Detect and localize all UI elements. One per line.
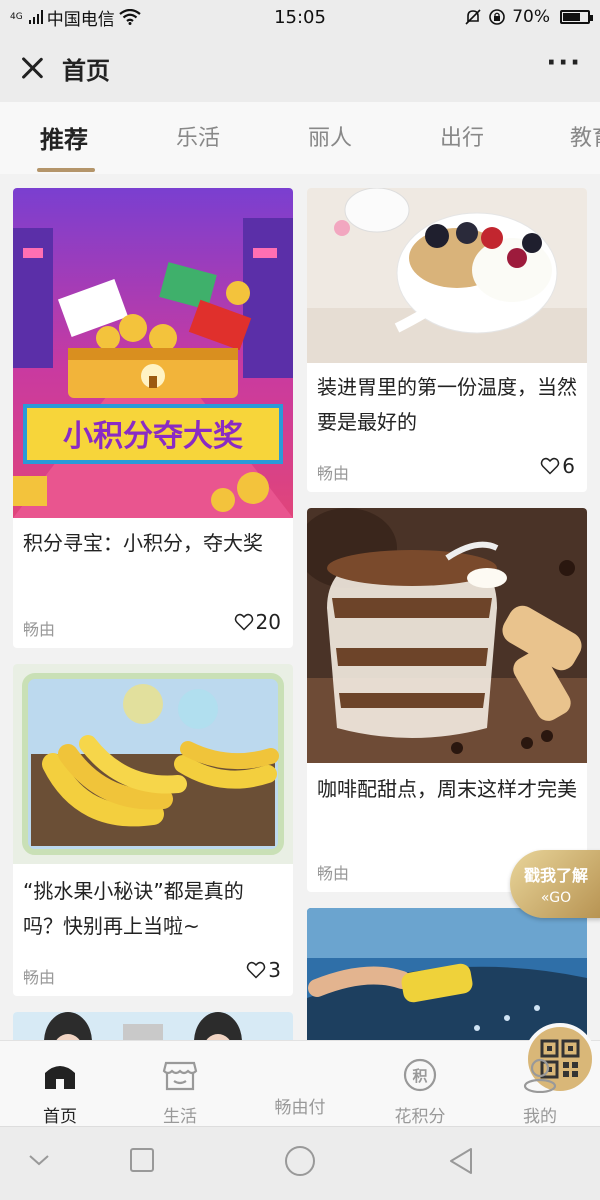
close-icon[interactable]: [18, 54, 46, 82]
chevron-down-icon[interactable]: [28, 1153, 50, 1167]
back-triangle-icon[interactable]: [448, 1147, 474, 1175]
title-bar: 首页 ···: [0, 34, 600, 102]
tiramisu-image: [307, 508, 587, 763]
like-count[interactable]: 3: [246, 958, 281, 982]
system-nav-bar: [0, 1126, 600, 1200]
like-count[interactable]: 6: [540, 454, 575, 478]
nav-points-label: 花积分: [394, 1107, 446, 1127]
tab-travel[interactable]: 出行: [440, 120, 484, 152]
recent-apps-icon[interactable]: [129, 1147, 155, 1173]
tab-beauty[interactable]: 丽人: [308, 120, 352, 152]
learn-more-float-button[interactable]: 戳我了解 «GO: [510, 850, 600, 918]
learn-more-label: 戳我了解: [523, 866, 588, 885]
article-source: 畅由: [317, 464, 350, 483]
like-count-value: 6: [562, 454, 575, 478]
tab-recommend[interactable]: 推荐: [40, 120, 88, 155]
heart-icon: [540, 457, 560, 475]
article-card-fruit-tips[interactable]: “挑水果小秘诀”都是真的吗？快别再上当啦~ 畅由 3: [13, 664, 293, 996]
like-count-value: 20: [255, 610, 281, 634]
status-bar: 4G 中国电信 15:05 70%: [0, 0, 600, 34]
nav-life-label: 生活: [163, 1107, 197, 1127]
yogurt-bowl-image: [307, 188, 587, 363]
article-title: 装进胃里的第一份温度，当然要是最好的: [317, 375, 577, 434]
bottom-nav: 首页 生活 畅由付 积 花积分 我的: [0, 1023, 600, 1127]
points-treasure-banner: 小积分夺大奖: [13, 188, 293, 518]
home-icon: [45, 1066, 75, 1089]
mute-icon: [465, 9, 481, 25]
user-icon: [523, 1058, 557, 1094]
article-feed: 小积分夺大奖 积分寻宝：小积分，夺大奖 畅由 20 装进胃里的第一份温度，当然要…: [0, 174, 600, 1040]
article-card-yogurt[interactable]: 装进胃里的第一份温度，当然要是最好的 畅由 6: [307, 188, 587, 492]
tab-education[interactable]: 教育: [570, 120, 600, 152]
battery-percent: 70%: [512, 7, 550, 27]
carrier-name: 中国电信: [46, 9, 115, 30]
wifi-icon: [119, 9, 141, 25]
nav-pay[interactable]: 畅由付: [260, 1023, 596, 1118]
article-card-points-treasure[interactable]: 小积分夺大奖 积分寻宝：小积分，夺大奖 畅由 20: [13, 188, 293, 648]
nav-life[interactable]: 生活: [140, 1051, 220, 1127]
like-count-value: 3: [268, 958, 281, 982]
nav-home[interactable]: 首页: [20, 1051, 100, 1127]
nav-points[interactable]: 积 花积分: [380, 1051, 460, 1127]
shop-icon: [162, 1061, 198, 1091]
article-source: 畅由: [317, 864, 350, 883]
page-title: 首页: [62, 56, 110, 85]
nav-mine-label: 我的: [523, 1107, 557, 1127]
article-title: 积分寻宝：小积分，夺大奖: [23, 531, 263, 555]
article-title: 咖啡配甜点，周末这样才完美: [317, 777, 577, 801]
nav-pay-label: 畅由付: [274, 1098, 326, 1118]
battery-icon: [560, 10, 593, 24]
banner-text: 小积分夺大奖: [63, 419, 243, 454]
points-icon: 积: [403, 1058, 437, 1092]
network-type: 4G: [10, 11, 23, 22]
heart-icon: [234, 613, 253, 631]
article-source: 畅由: [23, 620, 56, 639]
article-card-coffee-dessert[interactable]: 咖啡配甜点，周末这样才完美 畅由: [307, 508, 587, 892]
article-title: “挑水果小秘诀”都是真的吗？快别再上当啦~: [23, 879, 244, 938]
article-card-car-wash[interactable]: [307, 908, 587, 1040]
active-tab-indicator: [37, 168, 95, 172]
nav-home-label: 首页: [43, 1107, 77, 1127]
go-label: «GO: [540, 890, 572, 906]
like-count[interactable]: 20: [234, 610, 281, 634]
article-source: 畅由: [23, 968, 56, 987]
tab-lifestyle[interactable]: 乐活: [176, 120, 220, 152]
rotation-lock-icon: [489, 9, 506, 25]
svg-text:积: 积: [412, 1067, 427, 1085]
partial-article-image: [13, 1012, 293, 1040]
article-card-partial[interactable]: [13, 1012, 293, 1040]
signal-icon: [28, 10, 43, 24]
nav-mine[interactable]: 我的: [500, 1051, 580, 1127]
clock: 15:05: [274, 6, 326, 28]
category-tabs: 推荐 乐活 丽人 出行 教育: [0, 102, 600, 174]
more-menu-icon[interactable]: ···: [546, 50, 582, 78]
home-circle-icon[interactable]: [284, 1145, 316, 1177]
car-wash-image: [307, 908, 587, 1040]
banana-image: [13, 664, 293, 864]
heart-icon: [246, 961, 266, 979]
